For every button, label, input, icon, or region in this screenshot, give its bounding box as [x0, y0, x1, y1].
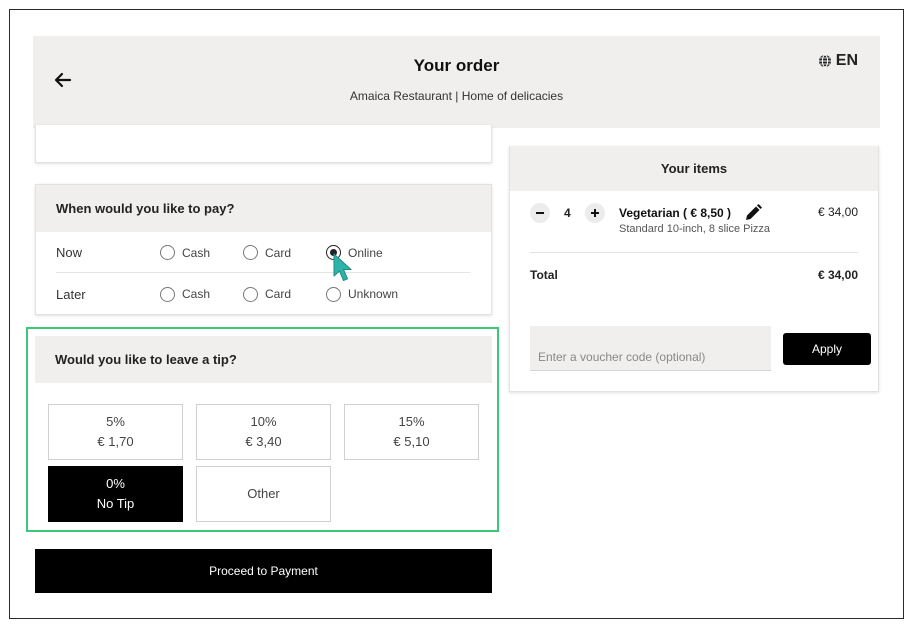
- tip-option-10-percent[interactable]: 10% € 3,40: [196, 404, 331, 460]
- item-quantity: 4: [564, 206, 571, 220]
- pay-later-cash-radio[interactable]: [160, 286, 175, 302]
- pay-later-label: Later: [56, 286, 86, 302]
- page-header: Your order Amaica Restaurant | Home of d…: [33, 36, 880, 128]
- tip-option-other[interactable]: Other: [196, 466, 331, 522]
- option-label: Card: [265, 245, 292, 260]
- pay-now-row: Now Cash Card Online: [56, 233, 470, 273]
- language-label: EN: [835, 52, 858, 69]
- tip-other-label: Other: [247, 486, 280, 501]
- tip-amount: € 1,70: [97, 434, 134, 449]
- pay-now-card-radio[interactable]: [243, 245, 258, 260]
- voucher-code-input[interactable]: [530, 326, 771, 371]
- increase-quantity-button[interactable]: [585, 203, 605, 223]
- option-label: Cash: [182, 245, 211, 260]
- hand-pointer-icon: [333, 253, 352, 281]
- tip-percent: 10%: [250, 414, 277, 429]
- restaurant-subtitle: Amaica Restaurant | Home of delicacies: [349, 89, 564, 103]
- pay-later-unknown-option[interactable]: Unknown: [326, 286, 399, 302]
- items-heading: Your items: [510, 146, 878, 191]
- previous-section-card: [35, 125, 492, 163]
- item-price: € 34,00: [817, 205, 858, 219]
- option-label: Unknown: [348, 287, 399, 301]
- tip-heading: Would you like to leave a tip?: [35, 336, 492, 383]
- pay-later-card-option[interactable]: Card: [243, 286, 292, 302]
- pay-later-cash-option[interactable]: Cash: [160, 286, 211, 302]
- language-switcher[interactable]: EN: [818, 52, 858, 70]
- proceed-to-payment-button[interactable]: Proceed to Payment: [35, 549, 492, 593]
- pay-now-card-option[interactable]: Card: [243, 245, 291, 260]
- tip-option-5-percent[interactable]: 5% € 1,70: [48, 404, 183, 460]
- tip-amount: € 3,40: [245, 434, 282, 449]
- tip-option-no-tip[interactable]: 0% No Tip: [48, 466, 183, 522]
- item-name: Vegetarian ( € 8,50 ): [619, 206, 732, 220]
- page-title: Your order: [413, 56, 500, 75]
- items-divider: [530, 252, 858, 253]
- tip-option-15-percent[interactable]: 15% € 5,10: [344, 404, 479, 460]
- pay-later-unknown-radio[interactable]: [326, 286, 341, 302]
- option-label: Cash: [182, 287, 211, 301]
- tip-percent: 15%: [398, 414, 425, 429]
- pencil-icon[interactable]: [743, 203, 763, 223]
- minus-icon: [536, 212, 544, 214]
- tip-percent: 5%: [106, 414, 125, 429]
- globe-icon: [818, 54, 831, 68]
- tip-amount: € 5,10: [393, 434, 430, 449]
- tip-amount: No Tip: [96, 496, 135, 511]
- pay-now-label: Now: [56, 245, 83, 260]
- apply-voucher-button[interactable]: Apply: [783, 333, 871, 365]
- payment-timing-heading: When would you like to pay?: [36, 185, 491, 232]
- total-value: € 34,00: [817, 268, 858, 282]
- plus-icon: [591, 209, 599, 217]
- item-description: Standard 10-inch, 8 slice Pizza: [619, 223, 771, 235]
- payment-timing-card: When would you like to pay? Now Cash Car…: [35, 184, 492, 315]
- pay-now-cash-option[interactable]: Cash: [160, 245, 210, 260]
- total-label: Total: [530, 268, 558, 282]
- tip-percent: 0%: [106, 476, 125, 491]
- pay-later-card-radio[interactable]: [243, 286, 258, 302]
- order-items-card: Your items 4 Vegetarian ( € 8,50 ) Stand…: [509, 146, 879, 392]
- option-label: Card: [265, 287, 292, 301]
- pay-now-cash-radio[interactable]: [160, 245, 175, 260]
- decrease-quantity-button[interactable]: [530, 203, 550, 223]
- pay-later-row: Later Cash Card Unknown: [56, 274, 470, 314]
